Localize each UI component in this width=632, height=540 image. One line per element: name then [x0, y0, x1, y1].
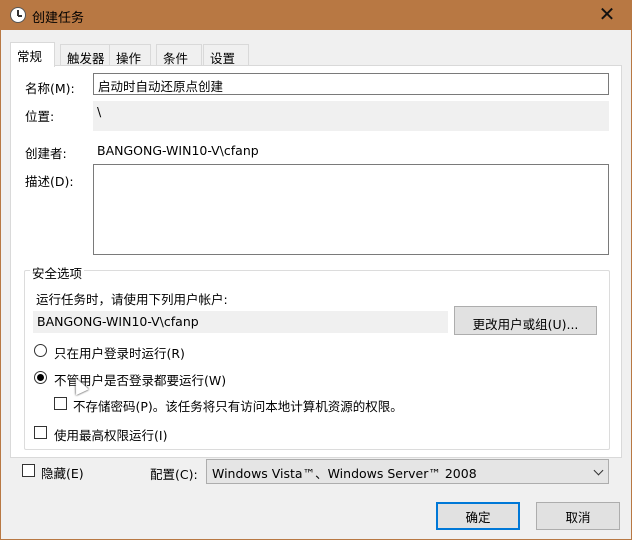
author-label: 创建者: [25, 146, 67, 161]
tab-triggers[interactable]: 触发器 [60, 44, 112, 66]
run-as-prompt: 运行任务时，请使用下列用户帐户: [36, 292, 228, 307]
hidden-label[interactable]: 隐藏(E) [41, 463, 84, 482]
description-field[interactable] [93, 164, 609, 255]
do-not-store-password-label[interactable]: 不存储密码(P)。该任务将只有访问本地计算机资源的权限。 [73, 396, 403, 415]
tab-general[interactable]: 常规 [10, 42, 55, 67]
run-highest-privileges-checkbox[interactable] [34, 426, 47, 439]
cancel-button[interactable]: 取消 [536, 502, 620, 530]
tab-settings[interactable]: 设置 [203, 44, 249, 66]
tab-actions[interactable]: 操作 [109, 44, 151, 66]
run-highest-privileges-label[interactable]: 使用最高权限运行(I) [54, 425, 167, 444]
do-not-store-password-checkbox[interactable] [54, 397, 67, 410]
configure-label: 配置(C): [150, 467, 198, 482]
run-logged-on-radio[interactable] [34, 344, 47, 357]
configure-select-value: Windows Vista™、Windows Server™ 2008 [212, 466, 477, 481]
user-account-value: BANGONG-WIN10-V\cfanp [33, 311, 448, 333]
close-icon[interactable]: ✕ [592, 3, 622, 27]
author-value: BANGONG-WIN10-V\cfanp [97, 143, 259, 158]
hidden-checkbox[interactable] [22, 464, 35, 477]
run-whether-logged-on-radio[interactable] [34, 371, 47, 384]
task-scheduler-icon [10, 7, 26, 23]
configure-select[interactable]: Windows Vista™、Windows Server™ 2008 [206, 459, 609, 484]
window-title: 创建任务 [32, 11, 85, 26]
location-value: \ [93, 101, 609, 131]
run-logged-on-label[interactable]: 只在用户登录时运行(R) [54, 343, 185, 362]
location-label: 位置: [25, 109, 55, 124]
ok-button[interactable]: 确定 [436, 502, 520, 530]
name-label: 名称(M): [25, 81, 75, 96]
change-user-button[interactable]: 更改用户或组(U)... [454, 306, 597, 335]
name-field[interactable]: 启动时自动还原点创建 [93, 73, 609, 95]
description-label: 描述(D): [25, 174, 74, 189]
chevron-down-icon [593, 465, 604, 476]
tab-conditions[interactable]: 条件 [156, 44, 202, 66]
title-bar: 创建任务 ✕ [0, 0, 632, 30]
security-options-title: 安全选项 [30, 263, 85, 282]
